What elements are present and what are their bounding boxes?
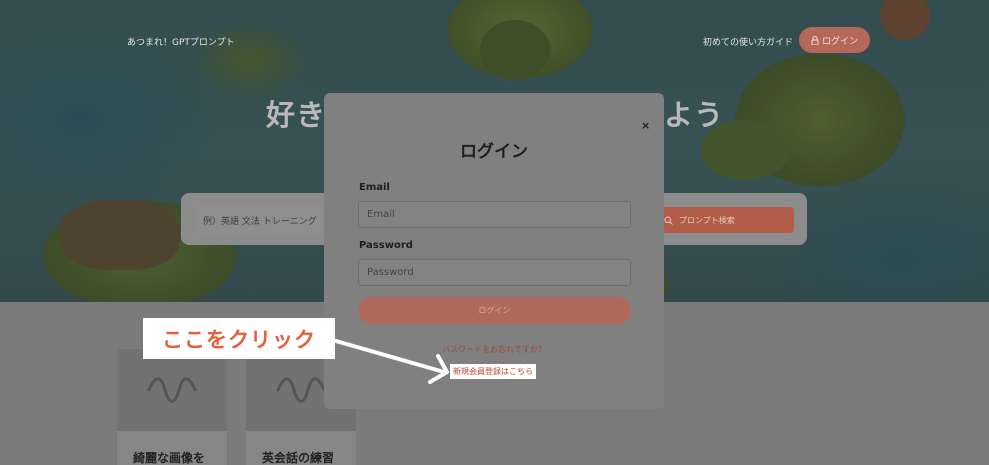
prompt-card[interactable]: 綺麗な画像を (117, 349, 227, 465)
guide-link[interactable]: 初めての使い方ガイド (703, 35, 793, 48)
modal-title: ログイン (460, 142, 528, 162)
search-button-label: プロンプト検索 (679, 215, 735, 225)
header-login-button[interactable]: ログイン (799, 27, 870, 53)
email-field[interactable] (358, 201, 631, 228)
lock-icon (811, 35, 819, 45)
site-brand[interactable]: あつまれ！GPTプロンプト (127, 35, 235, 48)
search-icon (664, 216, 673, 225)
register-link[interactable]: 新規会員登録はこちら (450, 364, 536, 379)
header-login-label: ログイン (821, 36, 858, 47)
login-submit-button[interactable]: ログイン (358, 297, 631, 324)
login-modal: × ログイン Email Password ログイン パスワードをお忘れですか？… (324, 93, 664, 409)
search-placeholder: 例）英語 文法 トレーニング (203, 217, 317, 227)
card-thumbnail (117, 349, 227, 431)
close-icon[interactable]: × (641, 119, 650, 132)
callout-label: ここをクリック (143, 318, 335, 359)
wave-icon (276, 377, 326, 403)
hero-title-right: よう (664, 98, 725, 132)
card-title: 英会話の練習 (262, 451, 335, 465)
card-title: 綺麗な画像を (133, 451, 206, 465)
email-label: Email (359, 182, 390, 193)
password-label: Password (359, 240, 413, 251)
forgot-password-link[interactable]: パスワードをお忘れですか？ (324, 344, 664, 355)
search-button[interactable]: プロンプト検索 (650, 207, 794, 233)
password-field[interactable] (358, 259, 631, 286)
wave-icon (147, 377, 197, 403)
hero-title-left: 好き (266, 98, 327, 132)
